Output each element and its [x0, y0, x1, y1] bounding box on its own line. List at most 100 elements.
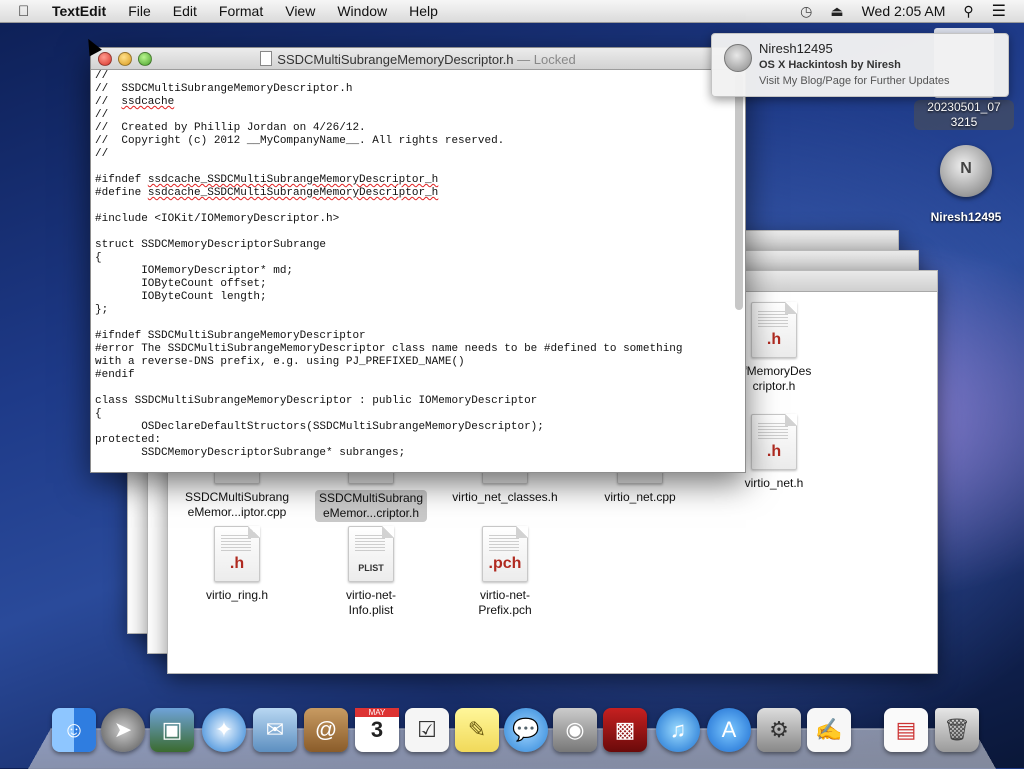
- code-line: SSDCMemoryDescriptorSubrange* subranges;: [95, 447, 406, 459]
- locked-indicator[interactable]: — Locked: [517, 52, 576, 67]
- window-title: SSDCMultiSubrangeMemoryDescriptor.h — Lo…: [91, 51, 745, 67]
- system-preferences-icon[interactable]: ⚙: [757, 708, 801, 752]
- h-file-icon: .h: [214, 526, 260, 582]
- window-title-text: SSDCMultiSubrangeMemoryDescriptor.h: [277, 52, 514, 67]
- file-name-line2: Prefix.pch: [478, 603, 532, 617]
- file-icon-prefix-pch[interactable]: .pch virtio-net- Prefix.pch: [445, 526, 565, 618]
- code-line: OSDeclareDefaultStructors(SSDCMultiSubra…: [95, 421, 544, 433]
- menu-help[interactable]: Help: [409, 3, 438, 19]
- notification-center-icon[interactable]: ☰: [992, 1, 1006, 21]
- code-line: class SSDCMultiSubrangeMemoryDescriptor …: [95, 395, 538, 407]
- file-name-line1: ufMemoryDes: [736, 364, 812, 378]
- plist-file-icon: PLIST: [348, 526, 394, 582]
- code-line: #include <IOKit/IOMemoryDescriptor.h>: [95, 213, 340, 225]
- code-line: };: [95, 304, 109, 316]
- code-line: // SSDCMultiSubrangeMemoryDescriptor.h: [95, 83, 353, 95]
- reminders-icon[interactable]: ☑: [405, 708, 449, 752]
- spotlight-icon[interactable]: ⚲: [963, 3, 973, 20]
- document-text-area[interactable]: //// SSDCMultiSubrangeMemoryDescriptor.h…: [95, 70, 731, 462]
- calendar-icon[interactable]: MAY 3: [355, 708, 399, 752]
- file-name-line1: SSDCMultiSubrang: [184, 490, 290, 504]
- h-file-icon: .h: [751, 302, 797, 358]
- vertical-scrollbar[interactable]: [735, 74, 743, 310]
- menu-file[interactable]: File: [128, 3, 151, 19]
- time-machine-icon[interactable]: ◷: [800, 3, 812, 20]
- file-icon-info-plist[interactable]: PLIST virtio-net- Info.plist: [311, 526, 431, 618]
- file-name-line1: SSDCMultiSubrang: [318, 491, 424, 505]
- textedit-window[interactable]: SSDCMultiSubrangeMemoryDescriptor.h — Lo…: [90, 47, 746, 473]
- finder-icon[interactable]: ☺: [52, 708, 96, 752]
- notification-app-icon: [724, 44, 752, 72]
- h-file-icon: .h: [751, 414, 797, 470]
- code-line: // ssdcache: [95, 96, 175, 108]
- safari-icon[interactable]: ✦: [202, 708, 246, 752]
- document-icon[interactable]: ▤: [884, 708, 928, 752]
- code-line: {: [95, 252, 102, 264]
- eject-icon[interactable]: ⏏: [830, 3, 843, 20]
- itunes-icon[interactable]: ♫: [656, 708, 700, 752]
- textedit-icon[interactable]: ✍: [807, 708, 851, 752]
- file-name-line1: virtio-net-: [345, 588, 396, 602]
- menu-format[interactable]: Format: [219, 3, 263, 19]
- desktop-screenshot-label-line2: 3215: [950, 115, 978, 129]
- code-line: //: [95, 70, 109, 82]
- app-store-icon[interactable]: A: [707, 708, 751, 752]
- file-name: virtio_net_classes.h: [452, 490, 558, 504]
- file-name-line1: virtio-net-: [479, 588, 530, 602]
- notification-title: Niresh12495: [759, 41, 833, 56]
- file-name-line2: eMemor...iptor.cpp: [187, 505, 287, 519]
- photo-browser-icon[interactable]: ▣: [150, 708, 194, 752]
- file-ext: .h: [766, 331, 782, 348]
- photo-booth-icon[interactable]: ▩: [603, 708, 647, 752]
- window-titlebar[interactable]: SSDCMultiSubrangeMemoryDescriptor.h — Lo…: [91, 48, 745, 70]
- file-name-line2: eMemor...criptor.h: [322, 506, 420, 520]
- code-line: protected:: [95, 434, 162, 446]
- code-line: #endif: [95, 369, 135, 381]
- mail-icon[interactable]: ✉: [253, 708, 297, 752]
- menu-bar:  TextEdit File Edit Format View Window …: [0, 0, 1024, 23]
- pch-file-icon: .pch: [482, 526, 528, 582]
- calendar-day: 3: [370, 717, 384, 742]
- desktop-screenshot-label-line1: 20230501_07: [927, 100, 1001, 114]
- code-line: struct SSDCMemoryDescriptorSubrange: [95, 239, 327, 251]
- menu-view[interactable]: View: [285, 3, 315, 19]
- clock[interactable]: Wed 2:05 AM: [862, 3, 946, 19]
- facetime-icon[interactable]: ◉: [553, 708, 597, 752]
- code-line: #define ssdcache_SSDCMultiSubrangeMemory…: [95, 187, 439, 199]
- code-line: #ifndef ssdcache_SSDCMultiSubrangeMemory…: [95, 174, 439, 186]
- calendar-month: MAY: [355, 708, 399, 717]
- launchpad-icon[interactable]: ➤: [101, 708, 145, 752]
- apple-logo-icon[interactable]: : [18, 3, 36, 20]
- file-name: virtio_net.cpp: [604, 490, 676, 504]
- notification-body: Visit My Blog/Page for Further Updates: [759, 75, 950, 87]
- file-name: virtio_ring.h: [205, 588, 269, 602]
- messages-icon[interactable]: 💬: [504, 708, 548, 752]
- code-line: IOByteCount length;: [95, 291, 267, 303]
- file-ext: .h: [229, 555, 245, 572]
- code-line: #error The SSDCMultiSubrangeMemoryDescri…: [95, 343, 683, 355]
- notes-icon[interactable]: ✎: [455, 708, 499, 752]
- file-icon-virtio-ring-h[interactable]: .h virtio_ring.h: [177, 526, 297, 603]
- notification-banner[interactable]: Niresh12495 OS X Hackintosh by Niresh Vi…: [711, 33, 1009, 97]
- code-line: with a reverse-DNS prefix, e.g. using PJ…: [95, 356, 465, 368]
- document-proxy-icon[interactable]: [260, 51, 273, 66]
- code-line: // Copyright (c) 2012 __MyCompanyName__.…: [95, 135, 505, 147]
- file-ext: .pch: [488, 555, 522, 572]
- menu-app-name[interactable]: TextEdit: [52, 3, 106, 19]
- code-line: IOByteCount offset;: [95, 278, 267, 290]
- trash-icon[interactable]: 🗑: [935, 708, 979, 752]
- code-line: //: [95, 109, 109, 121]
- code-line: #ifndef SSDCMultiSubrangeMemoryDescripto…: [95, 330, 366, 342]
- desktop-screenshot-label[interactable]: 20230501_07 3215: [914, 100, 1014, 130]
- contacts-icon[interactable]: @: [304, 708, 348, 752]
- menu-window[interactable]: Window: [337, 3, 387, 19]
- desktop-disk-label[interactable]: Niresh12495: [916, 210, 1016, 224]
- desktop-disk-icon[interactable]: N: [940, 145, 992, 197]
- code-line: {: [95, 408, 102, 420]
- file-name: virtio_net.h: [744, 476, 804, 490]
- menu-edit[interactable]: Edit: [173, 3, 197, 19]
